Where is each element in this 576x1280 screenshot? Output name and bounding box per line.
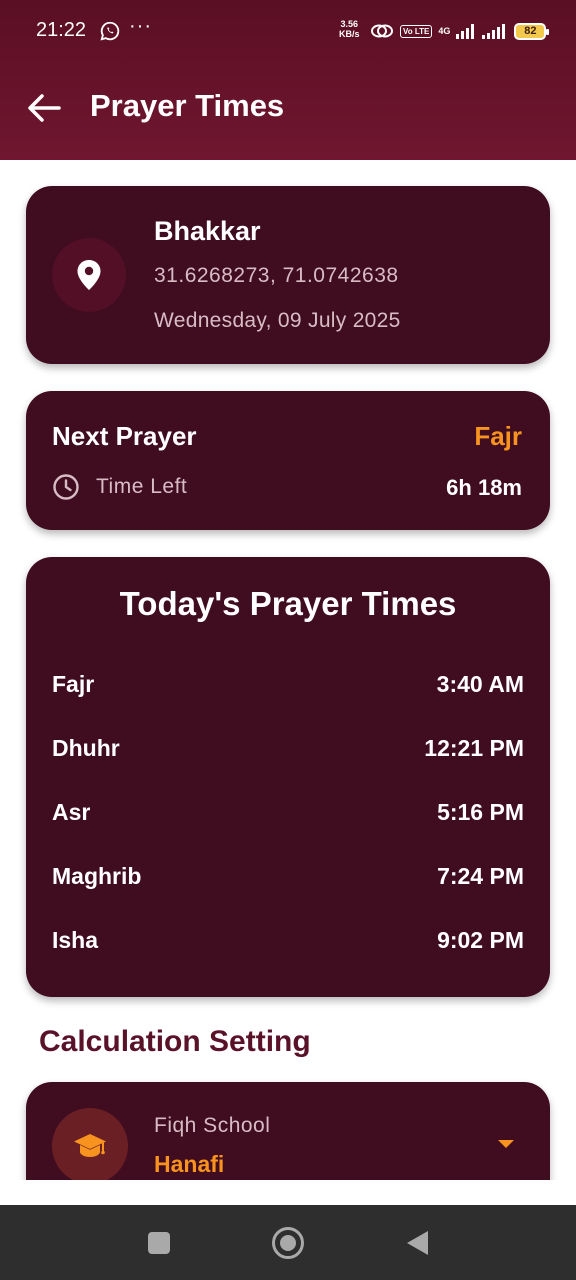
arrow-left-icon (28, 94, 61, 122)
recent-apps-button[interactable] (148, 1232, 170, 1254)
signal-strength-icon (456, 24, 475, 39)
volte-badge: Vo LTE (400, 24, 433, 38)
app-bar: 21:22 ··· 3.56 KB/s Vo LTE 4G 82 Prayer … (0, 0, 576, 160)
home-button[interactable] (272, 1227, 304, 1259)
clock-icon (53, 474, 79, 500)
net-speed-unit: KB/s (339, 29, 360, 39)
calculation-setting-title: Calculation Setting (39, 1025, 311, 1058)
next-prayer-name: Fajr (474, 421, 522, 451)
fiqh-school-label: Fiqh School (154, 1114, 271, 1137)
prayer-row-dhuhr: Dhuhr 12:21 PM (52, 735, 524, 771)
prayer-time: 7:24 PM (437, 863, 524, 889)
current-date: Wednesday, 09 July 2025 (154, 309, 401, 332)
time-left-label: Time Left (96, 475, 188, 498)
hotspot-link-icon (371, 24, 393, 38)
more-notifications-icon: ··· (129, 15, 152, 37)
location-pin-icon (77, 260, 101, 290)
battery-icon: 82 (514, 22, 550, 40)
todays-times-title: Today's Prayer Times (119, 585, 457, 622)
next-prayer-label: Next Prayer (52, 421, 197, 451)
prayer-name: Fajr (52, 671, 95, 697)
graduation-cap-icon (74, 1134, 106, 1157)
prayer-time: 3:40 AM (436, 671, 524, 697)
prayer-time: 12:21 PM (424, 735, 524, 761)
prayer-row-maghrib: Maghrib 7:24 PM (52, 863, 524, 899)
signal-strength-icon-2 (482, 24, 506, 39)
fiqh-school-value: Hanafi (154, 1151, 225, 1177)
prayer-name: Maghrib (52, 863, 142, 889)
location-icon-circle (52, 238, 126, 312)
prayer-row-asr: Asr 5:16 PM (52, 799, 524, 835)
network-type: 4G (438, 25, 451, 36)
back-button[interactable] (24, 88, 64, 128)
location-coordinates: 31.6268273, 71.0742638 (154, 264, 399, 287)
status-time: 21:22 (36, 19, 87, 41)
prayer-time: 9:02 PM (437, 927, 524, 953)
prayer-name: Isha (52, 927, 99, 953)
time-left-value: 6h 18m (446, 475, 522, 500)
system-back-button[interactable] (407, 1231, 428, 1255)
caret-down-icon[interactable] (498, 1140, 514, 1148)
home-circle-icon (280, 1235, 296, 1251)
prayer-row-isha: Isha 9:02 PM (52, 927, 524, 963)
prayer-name: Dhuhr (52, 735, 120, 761)
status-bar: 21:22 ··· 3.56 KB/s Vo LTE 4G 82 (0, 0, 576, 62)
todays-prayer-times-card: Today's Prayer Times Fajr 3:40 AM Dhuhr … (26, 557, 550, 997)
location-card: Bhakkar 31.6268273, 71.0742638 Wednesday… (26, 186, 550, 364)
fiqh-icon-circle (52, 1108, 128, 1184)
prayer-time: 5:16 PM (437, 799, 524, 825)
battery-level: 82 (524, 25, 537, 37)
scroll-clip (0, 1180, 576, 1205)
whatsapp-icon (100, 21, 120, 41)
page-title: Prayer Times (90, 88, 285, 123)
prayer-name: Asr (52, 799, 91, 825)
next-prayer-card: Next Prayer Fajr Time Left 6h 18m (26, 391, 550, 530)
net-speed: 3.56 KB/s (339, 19, 360, 39)
system-nav-bar (0, 1205, 576, 1280)
location-city: Bhakkar (154, 216, 261, 246)
net-speed-value: 3.56 (340, 19, 359, 29)
status-icons: Vo LTE 4G 82 (370, 20, 550, 42)
prayer-row-fajr: Fajr 3:40 AM (52, 671, 524, 707)
